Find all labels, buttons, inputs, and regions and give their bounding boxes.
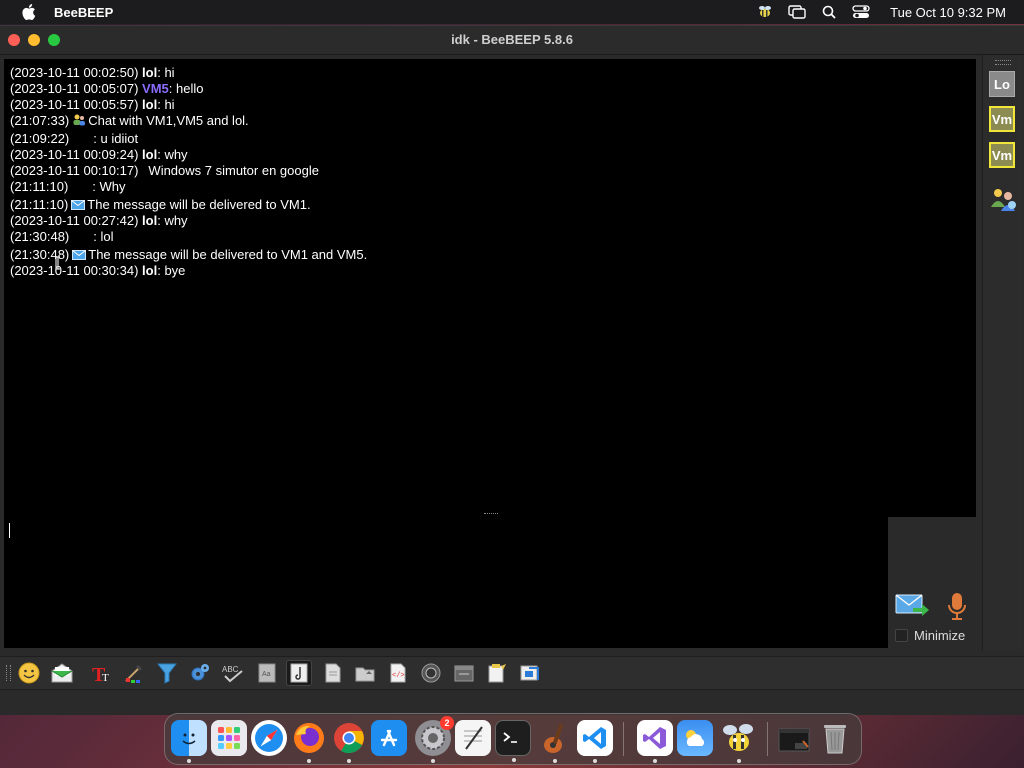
chat-toolbar: TT ABC Aa </> — [0, 656, 1024, 690]
svg-text:</>: </> — [392, 672, 405, 680]
chat-message: (2023-10-11 00:30:34) lol: bye — [10, 263, 186, 278]
toolbar-grip[interactable] — [6, 665, 11, 681]
menu-bar: BeeBEEP Tue Oct 10 9:32 PM — [0, 0, 1024, 24]
dictionary-icon[interactable]: Aa — [254, 660, 280, 686]
folder-icon[interactable] — [352, 660, 378, 686]
beebeep-status-icon[interactable] — [756, 4, 774, 20]
dock-visual-studio-icon[interactable] — [637, 720, 673, 763]
send-message-button[interactable] — [895, 592, 929, 620]
microphone-icon[interactable] — [945, 592, 969, 622]
emoji-icon[interactable] — [16, 660, 42, 686]
color-icon[interactable] — [121, 660, 147, 686]
dock-vscode-icon[interactable] — [577, 720, 613, 763]
dock-beebeep-icon[interactable] — [721, 720, 757, 763]
chat-message: (2023-10-11 00:05:57) lol: hi — [10, 97, 175, 112]
dock-separator — [623, 722, 624, 756]
chat-message: (2023-10-11 00:05:07) VM5: hello — [10, 81, 204, 96]
user-avatar-vm5[interactable]: Vm — [989, 142, 1015, 168]
svg-text:T: T — [102, 672, 109, 684]
envelope-icon — [71, 198, 86, 210]
envelope-open-icon[interactable] — [49, 660, 75, 686]
minimize-checkbox[interactable] — [895, 629, 908, 642]
dock-screenshot-icon[interactable] — [777, 720, 813, 756]
dock-chrome-icon[interactable] — [331, 720, 367, 763]
history-icon[interactable] — [451, 660, 477, 686]
user-avatar-vm1[interactable]: Vm — [989, 106, 1015, 132]
dock-safari-icon[interactable] — [251, 720, 287, 756]
svg-text:Aa: Aa — [262, 671, 271, 678]
font-icon[interactable]: TT — [88, 660, 114, 686]
chat-message: (2023-10-11 00:27:42) lol: why — [10, 213, 188, 228]
dock: 2 — [164, 713, 862, 765]
dock-terminal-icon[interactable] — [495, 720, 531, 762]
chat-message: (2023-10-11 00:09:24) lol: why — [10, 147, 188, 162]
beebeep-window: idk - BeeBEEP 5.8.6 (2023-10-11 00:02:50… — [0, 25, 1024, 715]
screenshot-icon[interactable] — [418, 660, 444, 686]
message-input[interactable] — [4, 517, 888, 648]
dock-garageband-icon[interactable] — [537, 720, 573, 763]
file-icon[interactable] — [320, 660, 346, 686]
mouse-cursor-icon — [55, 256, 63, 272]
menubar-clock[interactable]: Tue Oct 10 9:32 PM — [890, 5, 1006, 20]
text-caret — [9, 523, 10, 538]
dock-app-store-icon[interactable] — [371, 720, 407, 756]
spotlight-search-icon[interactable] — [820, 4, 838, 20]
minimize-label: Minimize — [914, 628, 966, 643]
users-sidebar: Lo Vm Vm — [982, 55, 1023, 651]
group-users-icon[interactable] — [989, 185, 1017, 213]
clipboard-icon[interactable] — [484, 660, 510, 686]
users-icon — [72, 114, 86, 126]
dock-launchpad-icon[interactable] — [211, 720, 247, 756]
title-bar[interactable]: idk - BeeBEEP 5.8.6 — [0, 26, 1024, 55]
settings-icon[interactable] — [187, 660, 213, 686]
share-icon[interactable] — [517, 660, 543, 686]
apple-icon[interactable] — [20, 4, 38, 20]
sidebar-grip[interactable] — [995, 60, 1011, 65]
spellcheck-icon[interactable]: ABC — [220, 660, 246, 686]
chat-message: (2023-10-11 00:10:17) Windows 7 simutor e… — [10, 163, 319, 178]
window-title: idk - BeeBEEP 5.8.6 — [451, 32, 573, 47]
chat-message: (21:09:22): u idiiot — [10, 131, 139, 146]
system-message: (21:30:48) The message will be delivered … — [10, 247, 368, 262]
chat-message: (21:30:48): lol — [10, 229, 114, 244]
user-avatar-lol[interactable]: Lo — [989, 71, 1015, 97]
dock-separator — [767, 722, 768, 756]
app-menu-name[interactable]: BeeBEEP — [54, 5, 113, 20]
dock-trash-icon[interactable] — [817, 720, 853, 756]
dock-weather-icon[interactable] — [677, 720, 713, 756]
note-icon[interactable] — [286, 660, 312, 686]
screen-mirroring-icon[interactable] — [788, 4, 806, 20]
chat-history[interactable]: (2023-10-11 00:02:50) lol: hi (2023-10-1… — [4, 59, 976, 517]
status-bar — [0, 690, 1024, 715]
chat-message: (21:11:10): Why — [10, 179, 126, 194]
filter-icon[interactable] — [154, 660, 180, 686]
envelope-icon — [72, 248, 87, 260]
code-icon[interactable]: </> — [385, 660, 411, 686]
settings-badge: 2 — [440, 716, 454, 730]
dock-textedit-icon[interactable] — [455, 720, 491, 756]
system-message: (21:11:10) The message will be delivered … — [10, 197, 311, 212]
control-center-icon[interactable] — [852, 4, 870, 20]
minimize-option[interactable]: Minimize — [895, 628, 965, 643]
dock-finder-icon[interactable] — [171, 720, 207, 763]
chat-message: (2023-10-11 00:02:50) lol: hi — [10, 65, 175, 80]
dock-firefox-icon[interactable] — [291, 720, 327, 763]
dock-system-settings-icon[interactable]: 2 — [415, 716, 454, 763]
svg-text:ABC: ABC — [222, 665, 239, 674]
system-message: (21:07:33) Chat with VM1,VM5 and lol. — [10, 113, 249, 128]
